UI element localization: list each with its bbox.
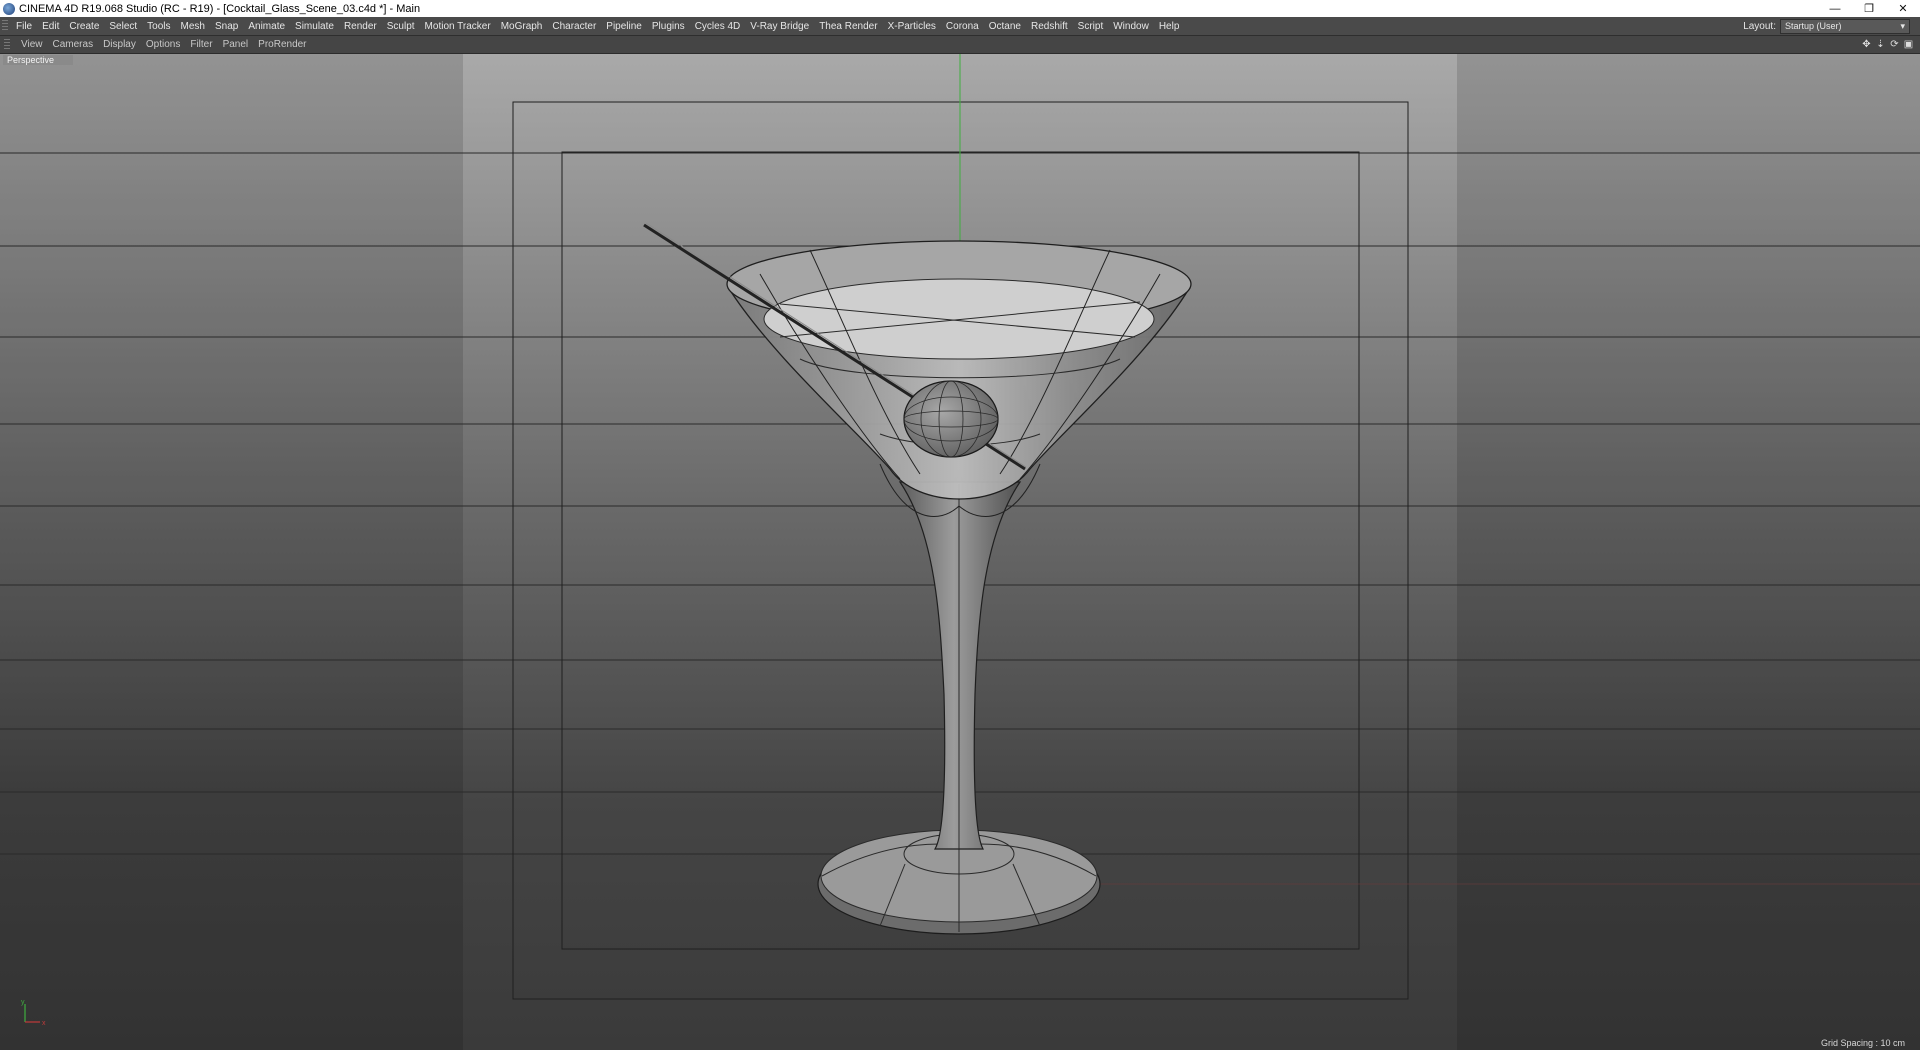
viewport-menu-display[interactable]: Display	[98, 39, 141, 50]
viewport-menu-bar: View Cameras Display Options Filter Pane…	[0, 36, 1920, 54]
maximize-view-icon[interactable]: ▣	[1903, 39, 1914, 50]
viewport-menu-panel[interactable]: Panel	[218, 39, 254, 50]
menu-corona[interactable]: Corona	[941, 21, 984, 32]
olive	[903, 380, 999, 458]
axis-y-label: y	[21, 999, 25, 1006]
layout-label: Layout:	[1743, 20, 1776, 32]
menu-cycles-4d[interactable]: Cycles 4D	[690, 21, 746, 32]
menubar-grip-icon[interactable]	[2, 20, 8, 32]
cinema4d-app-icon	[3, 2, 15, 15]
menu-script[interactable]: Script	[1073, 21, 1109, 32]
layout-switcher: Layout: Startup (User) ▾	[1743, 18, 1920, 34]
window-controls: — ❐ ✕	[1818, 0, 1920, 17]
liquid-surface	[763, 278, 1155, 360]
menu-snap[interactable]: Snap	[210, 21, 243, 32]
window-title: CINEMA 4D R19.068 Studio (RC - R19) - [C…	[19, 2, 421, 15]
menu-motion-tracker[interactable]: Motion Tracker	[420, 21, 496, 32]
perspective-viewport[interactable]: Perspective y x Grid Spacing : 10 cm	[0, 54, 1920, 1050]
menu-octane[interactable]: Octane	[984, 21, 1026, 32]
viewport-menu-options[interactable]: Options	[141, 39, 185, 50]
grid-spacing-readout: Grid Spacing : 10 cm	[1820, 1038, 1905, 1048]
menu-thea-render[interactable]: Thea Render	[814, 21, 882, 32]
menu-plugins[interactable]: Plugins	[647, 21, 690, 32]
chevron-down-icon: ▾	[1900, 20, 1905, 31]
menu-create[interactable]: Create	[64, 21, 104, 32]
menu-sculpt[interactable]: Sculpt	[382, 21, 420, 32]
viewport-grip-icon[interactable]	[4, 39, 10, 50]
camera-name-label[interactable]: Perspective	[3, 55, 73, 65]
menu-tools[interactable]: Tools	[142, 21, 175, 32]
layout-value: Startup (User)	[1785, 21, 1842, 31]
menu-character[interactable]: Character	[547, 21, 601, 32]
glass-stem	[898, 481, 1022, 850]
menu-pipeline[interactable]: Pipeline	[601, 21, 647, 32]
menu-x-particles[interactable]: X-Particles	[883, 21, 941, 32]
layout-dropdown[interactable]: Startup (User) ▾	[1780, 18, 1910, 34]
viewport-menu-filter[interactable]: Filter	[185, 39, 217, 50]
menu-help[interactable]: Help	[1154, 21, 1185, 32]
viewport-menu-view[interactable]: View	[16, 39, 48, 50]
close-button[interactable]: ✕	[1886, 0, 1920, 17]
rotate-view-icon[interactable]: ⟳	[1889, 39, 1900, 50]
move-view-icon[interactable]: ✥	[1861, 39, 1872, 50]
viewport-nav-tools: ✥ ⇣ ⟳ ▣	[1861, 39, 1920, 50]
menu-edit[interactable]: Edit	[37, 21, 64, 32]
viewport-menu-cameras[interactable]: Cameras	[48, 39, 99, 50]
restore-button[interactable]: ❐	[1852, 0, 1886, 17]
window-title-bar: CINEMA 4D R19.068 Studio (RC - R19) - [C…	[0, 0, 1920, 17]
zoom-view-icon[interactable]: ⇣	[1875, 39, 1886, 50]
menu-window[interactable]: Window	[1108, 21, 1154, 32]
menu-mograph[interactable]: MoGraph	[496, 21, 548, 32]
menu-select[interactable]: Select	[104, 21, 142, 32]
menu-render[interactable]: Render	[339, 21, 382, 32]
viewport-menu-prorender[interactable]: ProRender	[253, 39, 311, 50]
axis-x-label: x	[42, 1020, 46, 1027]
menu-file[interactable]: File	[11, 21, 37, 32]
menu-mesh[interactable]: Mesh	[176, 21, 210, 32]
main-menu-bar: File Edit Create Select Tools Mesh Snap …	[0, 17, 1920, 36]
menu-animate[interactable]: Animate	[243, 21, 290, 32]
menu-redshift[interactable]: Redshift	[1026, 21, 1073, 32]
scene-render	[0, 54, 1920, 1000]
axis-gizmo: y x	[21, 999, 46, 1027]
minimize-button[interactable]: —	[1818, 0, 1852, 17]
menu-simulate[interactable]: Simulate	[290, 21, 339, 32]
menu-vray-bridge[interactable]: V-Ray Bridge	[745, 21, 814, 32]
